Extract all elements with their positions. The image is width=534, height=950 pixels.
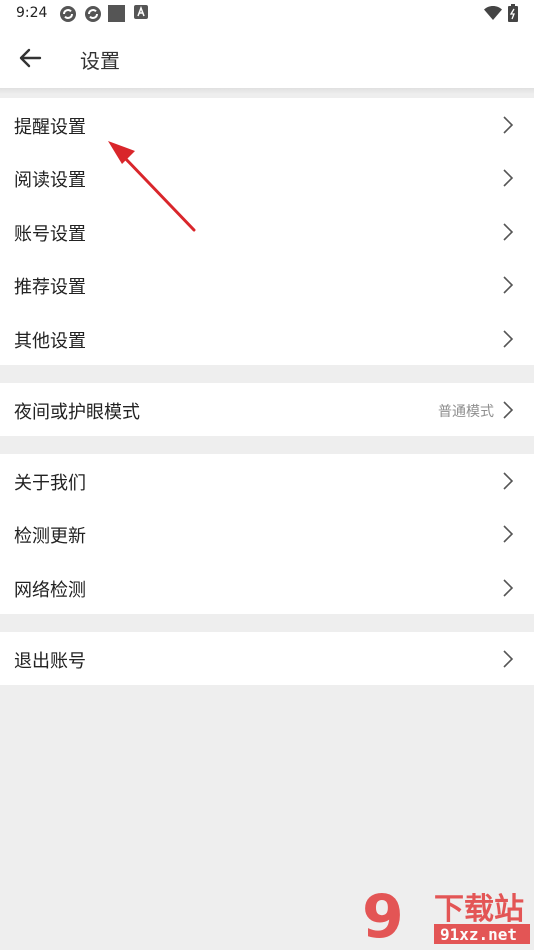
svg-text:9: 9: [362, 885, 404, 947]
settings-item-label: 夜间或护眼模式: [14, 402, 140, 423]
chevron-right-icon: [503, 223, 514, 241]
night-mode-value: 普通模式: [438, 404, 494, 420]
letter-a-icon: [134, 5, 148, 19]
settings-item-network-check[interactable]: 网络检测: [0, 561, 534, 614]
chevron-right-icon: [503, 401, 514, 419]
battery-icon: [508, 4, 518, 22]
chevron-right-icon: [503, 579, 514, 597]
chevron-right-icon: [503, 650, 514, 668]
settings-item-label: 检测更新: [14, 526, 86, 547]
settings-group-about: 关于我们 检测更新 网络检测: [0, 454, 534, 614]
settings-item-reminder[interactable]: 提醒设置: [0, 98, 534, 151]
sync-icon: [85, 6, 101, 22]
settings-item-label: 网络检测: [14, 580, 86, 601]
settings-item-other[interactable]: 其他设置: [0, 312, 534, 365]
app-bar: 设置: [0, 28, 534, 88]
settings-item-logout[interactable]: 退出账号: [0, 632, 534, 685]
settings-group-display: 夜间或护眼模式 普通模式: [0, 383, 534, 436]
svg-text:下载站: 下载站: [434, 892, 524, 927]
watermark-logo: 9 下载站 91xz.net: [362, 885, 530, 947]
square-icon: [108, 5, 125, 22]
settings-item-account[interactable]: 账号设置: [0, 205, 534, 258]
chevron-right-icon: [503, 116, 514, 134]
chevron-right-icon: [503, 276, 514, 294]
chevron-right-icon: [503, 472, 514, 490]
status-bar: 9:24: [0, 0, 534, 28]
settings-item-label: 推荐设置: [14, 277, 86, 298]
settings-item-label: 退出账号: [14, 651, 86, 672]
settings-item-night-mode[interactable]: 夜间或护眼模式 普通模式: [0, 383, 534, 436]
settings-group-logout: 退出账号: [0, 632, 534, 685]
page-title: 设置: [80, 49, 120, 73]
sync-icon: [60, 6, 76, 22]
settings-item-label: 提醒设置: [14, 117, 86, 138]
wifi-icon: [484, 6, 502, 20]
settings-item-check-update[interactable]: 检测更新: [0, 507, 534, 560]
app-bar-shadow: [0, 88, 534, 94]
settings-group-preferences: 提醒设置 阅读设置 账号设置 推荐设置 其他设置: [0, 98, 534, 365]
status-time: 9:24: [16, 5, 48, 21]
settings-item-label: 阅读设置: [14, 170, 86, 191]
back-arrow-icon[interactable]: [12, 40, 48, 76]
settings-item-label: 账号设置: [14, 224, 86, 245]
chevron-right-icon: [503, 330, 514, 348]
settings-item-label: 关于我们: [14, 473, 86, 494]
chevron-right-icon: [503, 169, 514, 187]
settings-item-recommend[interactable]: 推荐设置: [0, 258, 534, 311]
settings-item-label: 其他设置: [14, 331, 86, 352]
settings-item-about-us[interactable]: 关于我们: [0, 454, 534, 507]
svg-text:91xz.net: 91xz.net: [440, 925, 517, 944]
settings-item-reading[interactable]: 阅读设置: [0, 151, 534, 204]
chevron-right-icon: [503, 525, 514, 543]
